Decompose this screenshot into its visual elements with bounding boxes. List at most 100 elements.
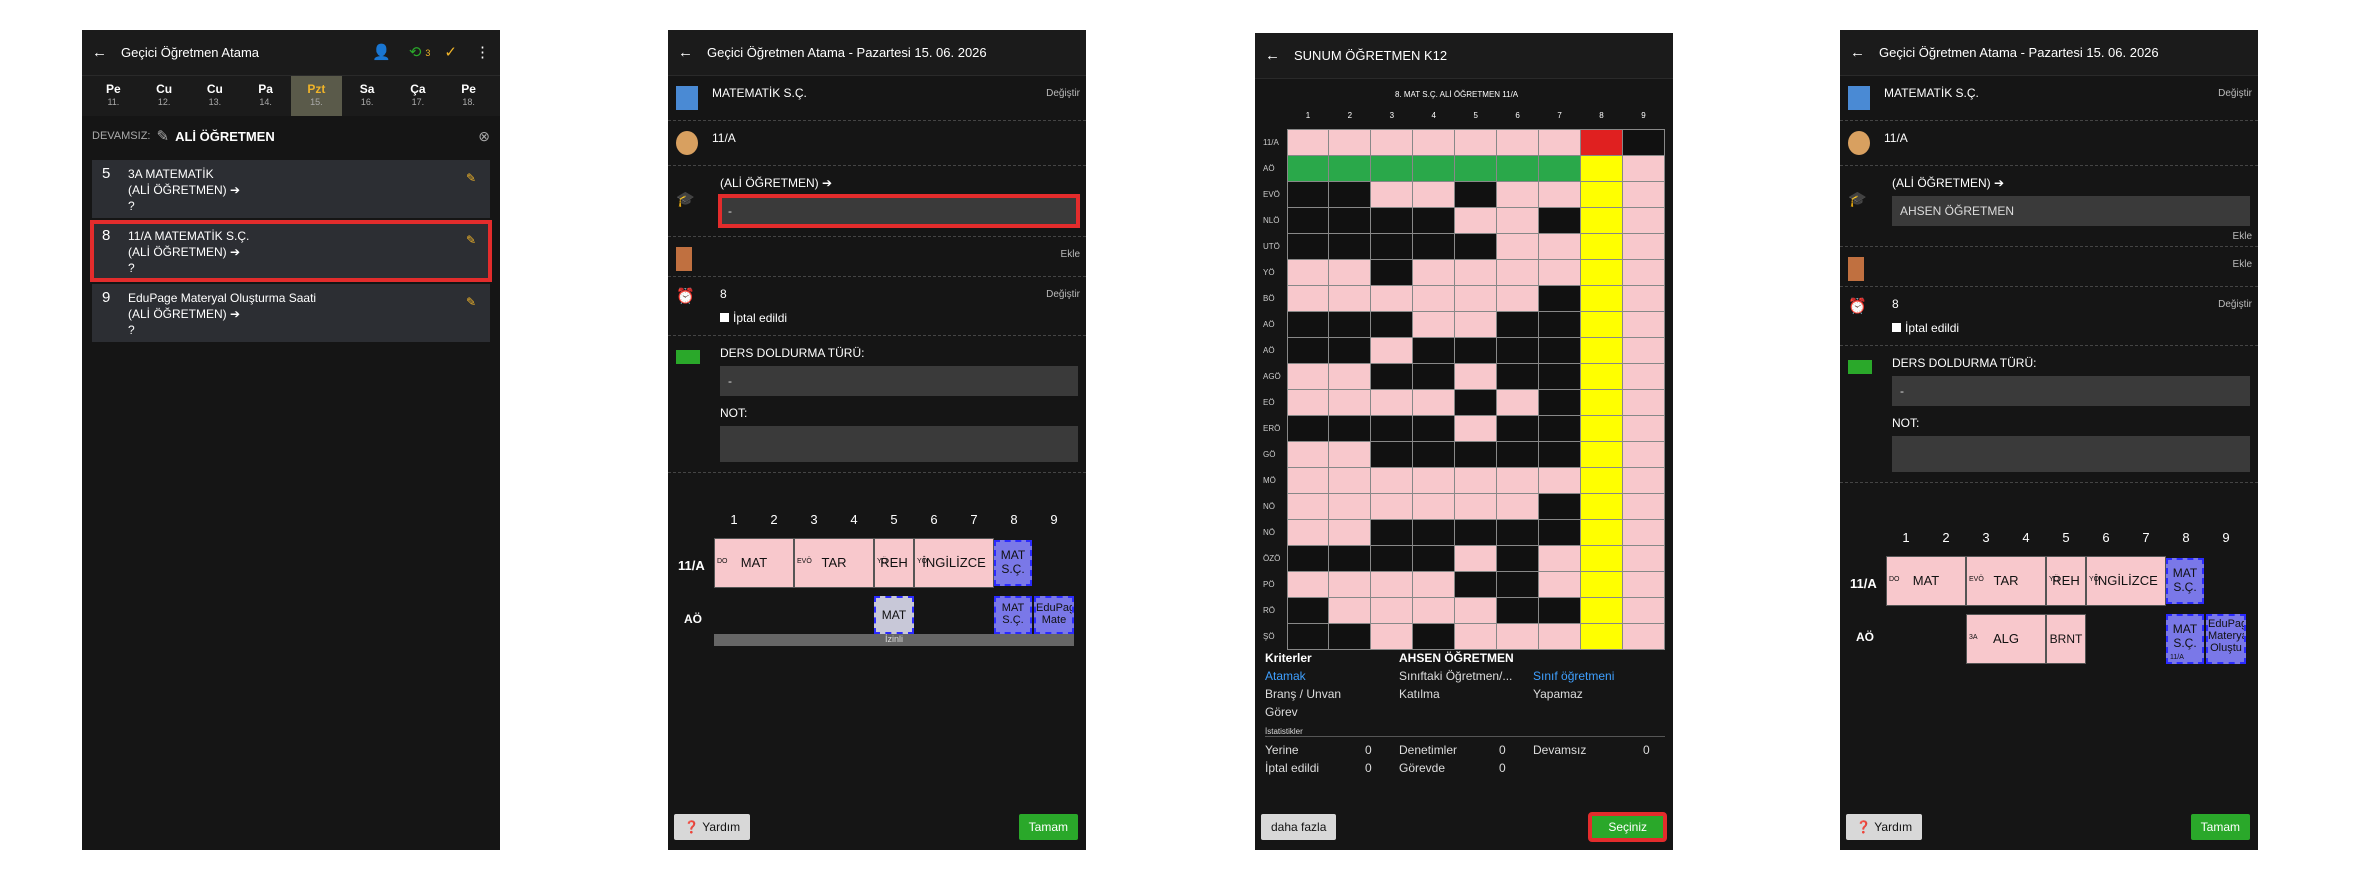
- matrix-cell[interactable]: [1496, 180, 1540, 208]
- matrix-cell[interactable]: [1370, 206, 1414, 234]
- matrix-cell[interactable]: [1412, 570, 1456, 598]
- matrix-cell[interactable]: [1580, 310, 1623, 338]
- lesson-list-item[interactable]: 9 EduPage Materyal Oluşturma Saati (ALİ ÖĞ…: [92, 284, 490, 342]
- matrix-cell[interactable]: [1622, 128, 1665, 156]
- change-period-button[interactable]: Değiştir: [1046, 289, 1080, 300]
- assign-link[interactable]: Atamak: [1265, 669, 1399, 683]
- matrix-cell[interactable]: [1328, 492, 1372, 520]
- matrix-cell[interactable]: [1328, 596, 1372, 624]
- matrix-cell[interactable]: [1412, 596, 1456, 624]
- cancel-checkbox[interactable]: [1892, 323, 1901, 332]
- add-teacher-button[interactable]: Ekle: [2233, 231, 2252, 242]
- matrix-cell[interactable]: [1622, 518, 1665, 546]
- matrix-cell[interactable]: [1328, 206, 1372, 234]
- fill-input[interactable]: -: [720, 366, 1078, 396]
- matrix-cell[interactable]: [1538, 466, 1582, 494]
- matrix-cell[interactable]: [1538, 570, 1582, 598]
- matrix-cell[interactable]: [1454, 258, 1498, 286]
- matrix-cell[interactable]: [1454, 440, 1498, 468]
- lesson-matsc-2[interactable]: MAT S.Ç.: [994, 596, 1032, 634]
- matrix-cell[interactable]: [1538, 336, 1582, 364]
- matrix-cell[interactable]: [1286, 518, 1330, 546]
- matrix-cell[interactable]: [1286, 570, 1330, 598]
- matrix-cell[interactable]: [1622, 336, 1665, 364]
- matrix-cell[interactable]: [1496, 596, 1540, 624]
- lesson-mat[interactable]: MAT DO: [1886, 556, 1966, 606]
- matrix-cell[interactable]: [1496, 154, 1540, 182]
- matrix-cell[interactable]: [1370, 284, 1414, 312]
- matrix-cell[interactable]: [1580, 466, 1623, 494]
- matrix-cell[interactable]: [1580, 232, 1623, 260]
- more-button[interactable]: daha fazla: [1261, 814, 1337, 840]
- matrix-cell[interactable]: [1370, 544, 1414, 572]
- day-tab[interactable]: Pa 14.: [240, 76, 291, 116]
- matrix-cell[interactable]: [1454, 622, 1498, 650]
- matrix-cell[interactable]: [1538, 518, 1582, 546]
- lesson-matsc-2[interactable]: MAT S.Ç. 11/A: [2166, 614, 2204, 664]
- matrix-cell[interactable]: [1286, 388, 1330, 416]
- matrix-cell[interactable]: [1412, 232, 1456, 260]
- change-period-button[interactable]: Değiştir: [2218, 299, 2252, 310]
- lesson-list-item[interactable]: 5 3A MATEMATİK (ALİ ÖĞRETMEN) ➔? ✎: [92, 160, 490, 218]
- subject-row[interactable]: MATEMATİK S.Ç. Değiştir: [1840, 76, 2258, 121]
- matrix-cell[interactable]: [1412, 258, 1456, 286]
- matrix-cell[interactable]: [1622, 492, 1665, 520]
- matrix-cell[interactable]: [1622, 258, 1665, 286]
- matrix-row[interactable]: NLÖ: [1263, 206, 1665, 234]
- matrix-cell[interactable]: [1412, 544, 1456, 572]
- day-tab[interactable]: Sa 16.: [342, 76, 393, 116]
- matrix-cell[interactable]: [1496, 414, 1540, 442]
- back-arrow-icon[interactable]: ←: [92, 45, 107, 60]
- matrix-cell[interactable]: [1496, 518, 1540, 546]
- pencil-icon[interactable]: ✎: [466, 170, 476, 186]
- matrix-cell[interactable]: [1454, 388, 1498, 416]
- matrix-cell[interactable]: [1496, 232, 1540, 260]
- matrix-cell[interactable]: [1622, 232, 1665, 260]
- matrix-cell[interactable]: [1412, 362, 1456, 390]
- matrix-cell[interactable]: [1328, 518, 1372, 546]
- lesson-reh[interactable]: REH YÖ: [874, 538, 914, 588]
- close-icon[interactable]: ⊗: [478, 129, 490, 143]
- change-button[interactable]: Değiştir: [1046, 88, 1080, 99]
- ok-button[interactable]: Tamam: [2190, 814, 2250, 840]
- matrix-cell[interactable]: [1496, 570, 1540, 598]
- ok-button[interactable]: Tamam: [1018, 814, 1078, 840]
- matrix-cell[interactable]: [1580, 284, 1623, 312]
- history-icon[interactable]: ⟲: [409, 45, 422, 60]
- matrix-cell[interactable]: [1286, 154, 1330, 182]
- matrix-cell[interactable]: [1454, 518, 1498, 546]
- fill-input[interactable]: -: [1892, 376, 2250, 406]
- matrix-cell[interactable]: [1370, 388, 1414, 416]
- matrix-cell[interactable]: [1370, 466, 1414, 494]
- back-arrow-icon[interactable]: ←: [1850, 45, 1865, 60]
- matrix-cell[interactable]: [1328, 622, 1372, 650]
- day-tab[interactable]: Pzt 15.: [291, 76, 342, 116]
- lesson-ing[interactable]: İNGİLİZCE YÖ: [2086, 556, 2166, 606]
- matrix-cell[interactable]: [1412, 154, 1456, 182]
- matrix-cell[interactable]: [1286, 180, 1330, 208]
- check-icon[interactable]: ✓: [444, 45, 457, 60]
- matrix-cell[interactable]: [1622, 362, 1665, 390]
- matrix-cell[interactable]: [1412, 336, 1456, 364]
- matrix-cell[interactable]: [1580, 544, 1623, 572]
- matrix-cell[interactable]: [1580, 336, 1623, 364]
- matrix-cell[interactable]: [1496, 128, 1540, 156]
- matrix-cell[interactable]: [1286, 128, 1330, 156]
- day-tab[interactable]: Pe 11.: [88, 76, 139, 116]
- day-tab[interactable]: Cu 12.: [139, 76, 190, 116]
- matrix-row[interactable]: PÖ: [1263, 570, 1665, 598]
- matrix-cell[interactable]: [1580, 388, 1623, 416]
- matrix-cell[interactable]: [1412, 518, 1456, 546]
- matrix-cell[interactable]: [1454, 310, 1498, 338]
- matrix-row[interactable]: ERÖ: [1263, 414, 1665, 442]
- matrix-row[interactable]: AÖ: [1263, 310, 1665, 338]
- matrix-cell[interactable]: [1538, 596, 1582, 624]
- pencil-icon[interactable]: ✎: [466, 294, 476, 310]
- matrix-cell[interactable]: [1622, 440, 1665, 468]
- matrix-cell[interactable]: [1412, 622, 1456, 650]
- matrix-cell[interactable]: [1538, 154, 1582, 182]
- more-icon[interactable]: ⋮: [475, 45, 490, 60]
- matrix-cell[interactable]: [1370, 258, 1414, 286]
- matrix-cell[interactable]: [1286, 310, 1330, 338]
- c3-link[interactable]: Sınıf öğretmeni: [1533, 669, 1614, 683]
